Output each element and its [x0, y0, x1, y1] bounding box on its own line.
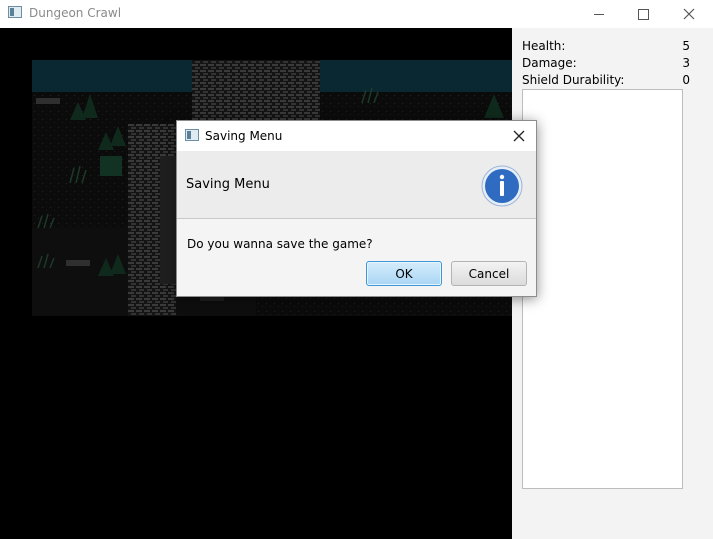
dialog-close-button[interactable] [508, 125, 530, 147]
close-button[interactable] [666, 0, 712, 28]
stat-health: Health: 5 [522, 39, 690, 55]
minimize-button[interactable] [576, 0, 622, 28]
maximize-button[interactable] [620, 0, 666, 28]
maximize-icon [637, 8, 649, 20]
dialog-title: Saving Menu [205, 129, 283, 143]
dialog-header-text: Saving Menu [186, 177, 270, 192]
close-icon [683, 8, 695, 20]
dialog-header: Saving Menu [177, 151, 536, 219]
bush [100, 156, 122, 176]
info-icon [481, 165, 523, 207]
stat-value: 5 [682, 39, 690, 53]
stat-shield-durability: Shield Durability: 0 [522, 73, 690, 89]
window-title: Dungeon Crawl [29, 6, 122, 20]
stat-value: 0 [682, 73, 690, 87]
dialog-message: Do you wanna save the game? [187, 237, 373, 251]
saving-dialog: Saving Menu Saving Menu Do you wanna sav… [176, 120, 537, 297]
window-titlebar: Dungeon Crawl [0, 0, 713, 28]
cancel-button[interactable]: Cancel [451, 261, 527, 286]
stat-label: Shield Durability: [522, 73, 625, 87]
stat-value: 3 [682, 56, 690, 70]
app-icon [185, 129, 199, 141]
water-strip [32, 60, 192, 92]
stone-wall-inner [160, 156, 176, 284]
stat-damage: Damage: 3 [522, 56, 690, 72]
dialog-titlebar: Saving Menu [177, 121, 536, 151]
water-strip-right [320, 60, 512, 92]
brick-row-2 [66, 260, 90, 266]
brick-row [36, 98, 60, 104]
ok-button[interactable]: OK [366, 261, 442, 286]
stat-label: Health: [522, 39, 566, 53]
app-icon [8, 6, 22, 18]
close-icon [513, 130, 525, 142]
minimize-icon [594, 13, 604, 15]
stat-label: Damage: [522, 56, 577, 70]
status-panel: Health: 5 Damage: 3 Shield Durability: 0 [512, 28, 713, 539]
inventory-list[interactable] [522, 89, 683, 489]
